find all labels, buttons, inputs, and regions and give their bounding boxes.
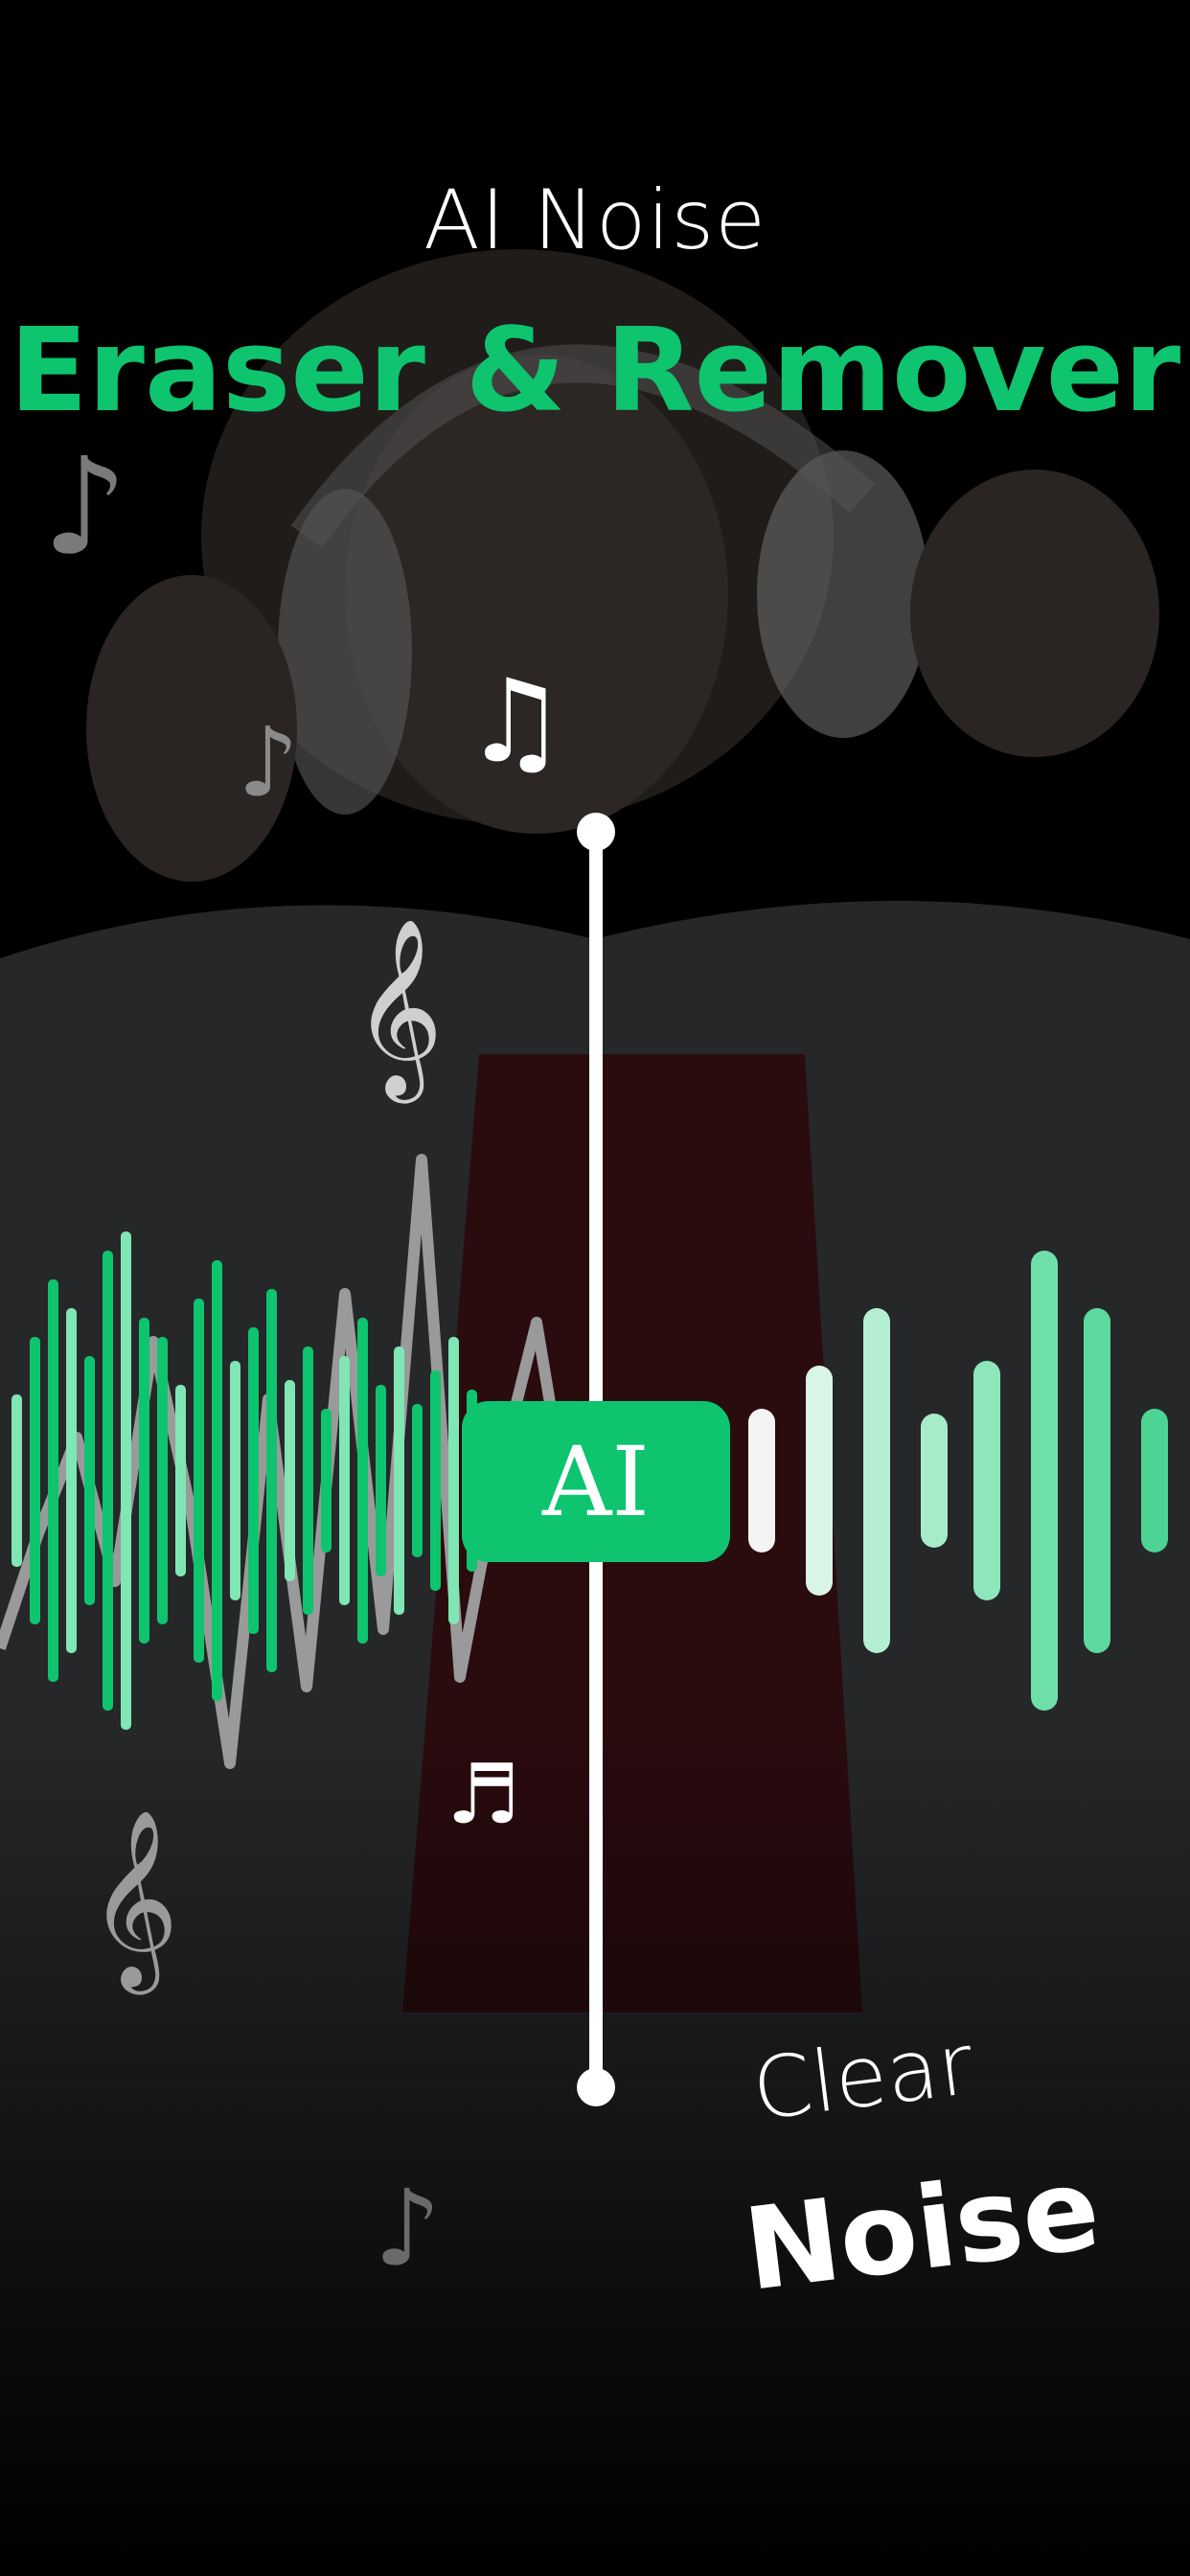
waveform-bar-clean [748,1409,775,1552]
waveform-bar-clean [806,1366,833,1596]
waveform-bar [448,1337,459,1624]
waveform-bar [266,1289,277,1672]
waveform-bar [303,1346,313,1615]
waveform-bar-clean [1031,1251,1058,1711]
waveform-bar [285,1380,295,1581]
waveform-bar [248,1327,259,1634]
waveform-bar [30,1337,40,1624]
waveform-bar [84,1356,95,1605]
waveform-bar [394,1346,404,1615]
waveform-bar [157,1337,168,1624]
waveform-bar-clean [1141,1409,1168,1552]
waveform-bar [412,1404,423,1557]
waveform-bar [11,1394,22,1567]
waveform-bar [121,1231,131,1730]
waveform-bar [230,1361,240,1600]
waveform-bar [66,1308,77,1653]
waveform-bar [194,1299,204,1663]
waveform-bar [48,1279,58,1682]
waveform-bar [175,1385,186,1576]
waveform-bar [103,1251,113,1711]
divider-handle-top[interactable] [577,813,615,851]
waveform-bar-clean [1084,1308,1110,1653]
waveform-bar-clean [921,1414,948,1548]
waveform-bar [212,1260,222,1701]
waveform-bar [357,1318,368,1644]
waveform-bar [376,1385,386,1576]
divider-handle-bottom[interactable] [577,2068,615,2106]
waveform-bar [321,1409,332,1552]
promo-screen: AI Noise Eraser & Remover ♪ ♪ ♫ 𝄞 ♬ 𝄞 ♪ … [0,0,1190,2576]
ai-badge: AI [462,1401,730,1562]
waveform-bar [430,1370,441,1591]
waveform-bar-clean [863,1308,890,1653]
waveform-bar [339,1356,350,1605]
waveform-bar [139,1318,149,1644]
waveform-bar-clean [973,1361,1000,1600]
